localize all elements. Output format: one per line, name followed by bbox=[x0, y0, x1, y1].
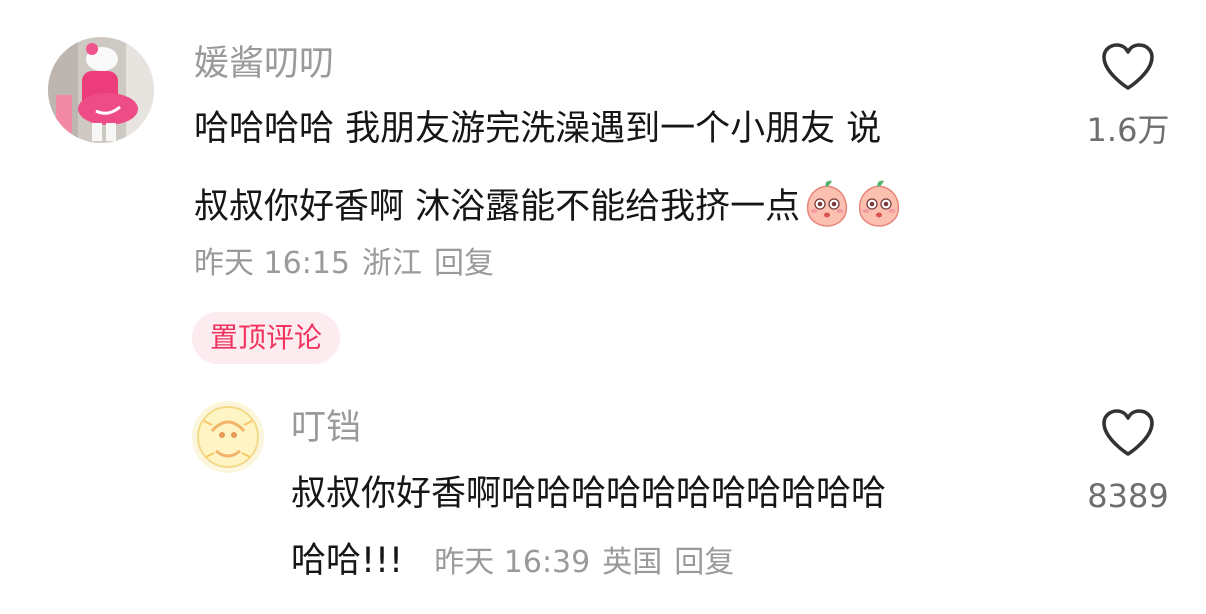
heart-icon bbox=[1102, 43, 1154, 90]
comment-location: 英国 bbox=[602, 545, 663, 580]
avatar[interactable] bbox=[48, 37, 154, 143]
like-button[interactable] bbox=[1100, 408, 1156, 458]
like-count: 8389 bbox=[1087, 477, 1169, 515]
comment-text-line: 叔叔你好香啊哈哈哈哈哈哈哈哈哈哈哈 bbox=[291, 474, 887, 514]
comment-text-line: 哈哈!!! 昨天 16:39 英国 回复 bbox=[291, 544, 746, 579]
comment-text: 哈哈!!! bbox=[291, 541, 404, 581]
heart-icon bbox=[1102, 409, 1154, 456]
like-count: 1.6万 bbox=[1086, 111, 1170, 149]
comment-text-line: 哈哈哈哈 我朋友游完洗澡遇到一个小朋友 说 bbox=[194, 109, 882, 149]
comment-meta: 昨天 16:15 浙江 回复 bbox=[194, 249, 506, 279]
comment-time: 昨天 16:39 bbox=[434, 545, 591, 580]
comment-text: 叔叔你好香啊 沐浴露能不能给我挤一点 bbox=[194, 187, 801, 227]
comment-username[interactable]: 媛酱叨叨 bbox=[194, 47, 334, 82]
pinned-comment-badge: 置顶评论 bbox=[192, 312, 341, 364]
peach-emoji-icon bbox=[859, 180, 900, 227]
like-button[interactable] bbox=[1100, 42, 1156, 92]
reply-button[interactable]: 回复 bbox=[674, 545, 734, 580]
comment-time: 昨天 16:15 bbox=[194, 246, 350, 281]
comment-text-line: 叔叔你好香啊 沐浴露能不能给我挤一点 bbox=[194, 178, 904, 228]
avatar[interactable] bbox=[192, 401, 264, 473]
comment-location: 浙江 bbox=[362, 246, 422, 281]
comment-username[interactable]: 叮铛 bbox=[291, 411, 361, 446]
peach-emoji-icon bbox=[807, 180, 848, 227]
reply-button[interactable]: 回复 bbox=[434, 246, 494, 281]
comment-meta: 昨天 16:39 英国 回复 bbox=[434, 545, 746, 580]
